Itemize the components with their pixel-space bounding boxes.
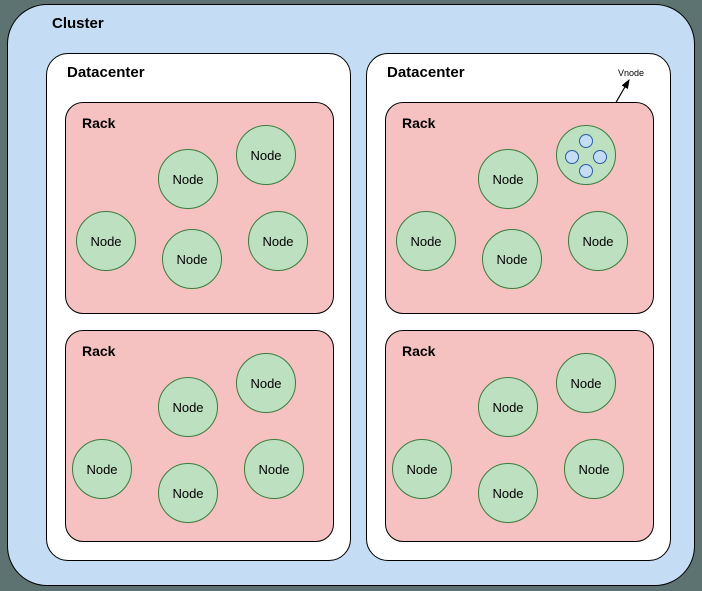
vnode-node [556, 125, 616, 185]
node: Node [162, 229, 222, 289]
node: Node [158, 149, 218, 209]
datacenter-label: Datacenter [67, 64, 145, 81]
datacenter-left: Datacenter Rack Node Node Node Node Node… [46, 53, 351, 561]
node: Node [482, 229, 542, 289]
datacenter-right: Datacenter Vnode Rack Node Node Node Nod… [366, 53, 671, 561]
node: Node [72, 439, 132, 499]
rack: Rack Node Node Node Node Node [65, 330, 334, 542]
vnode-dot [579, 164, 593, 178]
rack: Rack Node Node Node Node [385, 102, 654, 314]
vnode-label: Vnode [618, 68, 644, 78]
cluster-label: Cluster [52, 15, 104, 32]
node: Node [76, 211, 136, 271]
rack: Rack Node Node Node Node Node [385, 330, 654, 542]
cluster-container: Cluster Datacenter Rack Node Node Node N… [7, 4, 695, 586]
node: Node [478, 377, 538, 437]
node: Node [236, 353, 296, 413]
datacenter-label: Datacenter [387, 64, 465, 81]
node: Node [158, 463, 218, 523]
node: Node [564, 439, 624, 499]
rack: Rack Node Node Node Node Node [65, 102, 334, 314]
rack-label: Rack [402, 343, 435, 359]
node: Node [478, 463, 538, 523]
vnode-dot [593, 150, 607, 164]
node: Node [568, 211, 628, 271]
node: Node [244, 439, 304, 499]
rack-label: Rack [82, 115, 115, 131]
node: Node [158, 377, 218, 437]
node: Node [248, 211, 308, 271]
rack-label: Rack [402, 115, 435, 131]
node: Node [392, 439, 452, 499]
node: Node [236, 125, 296, 185]
vnode-dot [579, 134, 593, 148]
vnode-dot [565, 150, 579, 164]
node: Node [478, 149, 538, 209]
rack-label: Rack [82, 343, 115, 359]
node: Node [556, 353, 616, 413]
node: Node [396, 211, 456, 271]
